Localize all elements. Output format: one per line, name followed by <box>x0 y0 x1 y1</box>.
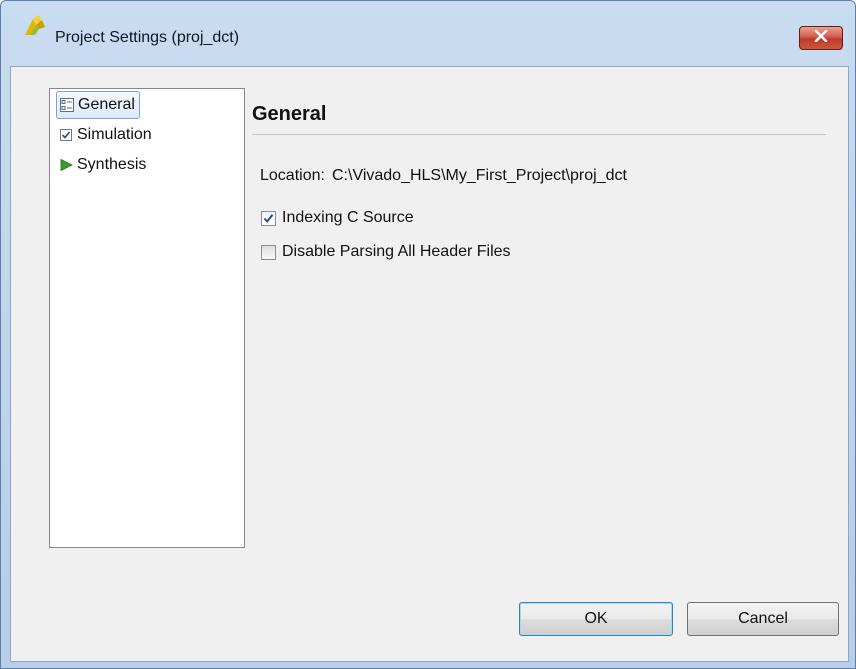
dialog-body: General Simulation Synthesis General Loc… <box>10 66 849 662</box>
nav-item-label: Synthesis <box>77 156 147 173</box>
close-icon <box>814 29 828 47</box>
checkbox-box[interactable] <box>261 210 276 226</box>
checkbox-label: Indexing C Source <box>282 209 414 226</box>
location-label: Location: <box>260 167 325 184</box>
section-divider <box>252 134 826 135</box>
nav-item-general[interactable]: General <box>56 91 140 119</box>
window-title: Project Settings (proj_dct) <box>55 29 240 46</box>
close-button[interactable] <box>799 26 843 50</box>
project-settings-dialog: Project Settings (proj_dct) General Simu… <box>0 0 856 669</box>
cancel-button[interactable]: Cancel <box>687 602 839 636</box>
ok-button[interactable]: OK <box>519 602 673 636</box>
checkbox-label: Disable Parsing All Header Files <box>282 243 511 260</box>
general-settings-icon <box>59 97 75 113</box>
checkbox-icon <box>58 127 74 143</box>
disable-parsing-header-files-checkbox[interactable]: Disable Parsing All Header Files <box>261 243 511 261</box>
vivado-logo-icon <box>23 13 47 37</box>
title-bar: Project Settings (proj_dct) <box>1 1 855 50</box>
nav-item-label: Simulation <box>77 126 152 143</box>
check-mark-icon <box>263 213 274 223</box>
indexing-c-source-checkbox[interactable]: Indexing C Source <box>261 209 414 227</box>
nav-item-synthesis[interactable]: Synthesis <box>56 151 150 179</box>
nav-item-label: General <box>78 96 135 113</box>
nav-item-simulation[interactable]: Simulation <box>56 121 156 149</box>
section-title: General <box>252 103 327 125</box>
green-play-icon <box>58 157 74 173</box>
settings-nav-tree[interactable]: General Simulation Synthesis <box>49 88 245 548</box>
checkbox-box[interactable] <box>261 244 276 260</box>
location-path: C:\Vivado_HLS\My_First_Project\proj_dct <box>332 167 627 184</box>
